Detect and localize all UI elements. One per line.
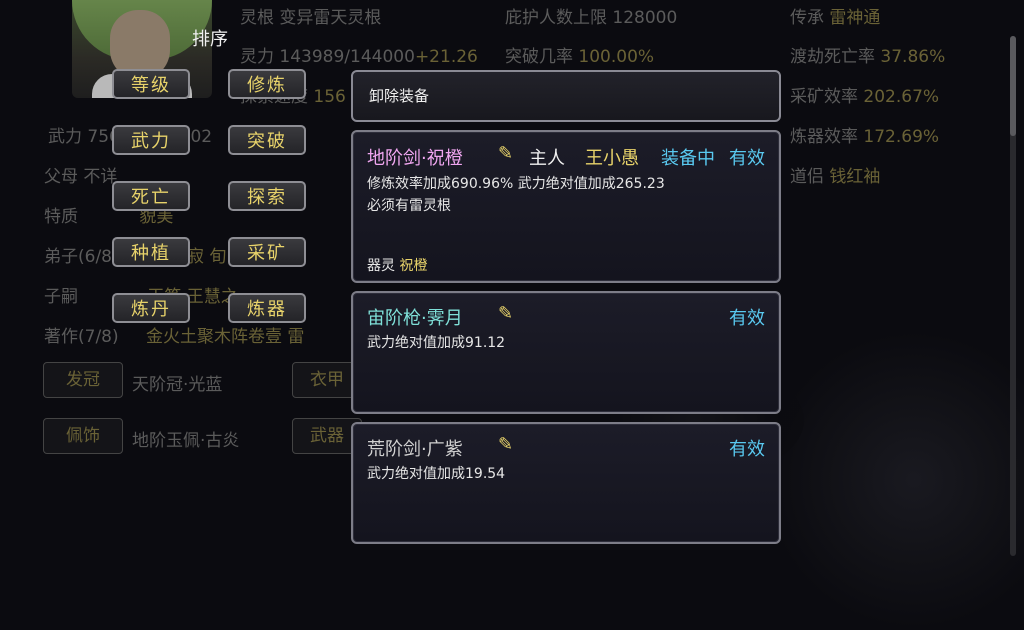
accessory-tag: 佩饰 bbox=[43, 418, 123, 454]
sort-planting-button[interactable]: 种植 bbox=[112, 237, 190, 267]
headwear-value: 天阶冠·光蓝 bbox=[132, 375, 223, 395]
scrollbar[interactable] bbox=[1010, 36, 1016, 556]
valid-status: 有效 bbox=[729, 148, 765, 169]
accessory-value: 地阶玉佩·古炎 bbox=[132, 431, 240, 451]
item-name: 宙阶枪·霁月 bbox=[367, 308, 463, 329]
item-name: 地阶剑·祝橙 bbox=[367, 148, 463, 169]
shelter-row: 庇护人数上限 128000 bbox=[505, 8, 678, 28]
sort-level-button[interactable]: 等级 bbox=[112, 69, 190, 99]
root-row: 灵根 变异雷天灵根 bbox=[240, 8, 382, 28]
pencil-icon[interactable]: ✎ bbox=[498, 303, 513, 324]
owner-label: 主人 bbox=[529, 148, 565, 169]
scrollbar-thumb[interactable] bbox=[1010, 36, 1016, 136]
mana-row: 灵力 143989/144000+21.26 bbox=[240, 47, 478, 67]
breakthrough-row: 突破几率 100.00% bbox=[505, 47, 655, 67]
valid-status: 有效 bbox=[729, 308, 765, 329]
equipment-card-2[interactable]: 宙阶枪·霁月 ✎ 有效 武力绝对值加成91.12 bbox=[351, 291, 781, 414]
inheritance-row: 传承 雷神通 bbox=[790, 8, 881, 28]
works-row: 著作(7/8) 金火土聚木阵卷壹 雷 bbox=[44, 327, 305, 347]
sort-breakthrough-button[interactable]: 突破 bbox=[228, 125, 306, 155]
sort-alchemy-button[interactable]: 炼丹 bbox=[112, 293, 190, 323]
mining-row: 采矿效率 202.67% bbox=[790, 87, 940, 107]
tribulation-row: 渡劫死亡率 37.86% bbox=[790, 47, 946, 67]
pencil-icon[interactable]: ✎ bbox=[498, 434, 513, 455]
pencil-icon[interactable]: ✎ bbox=[498, 143, 513, 164]
sort-explore-button[interactable]: 探索 bbox=[228, 181, 306, 211]
parents-row: 父母 不详 bbox=[44, 167, 118, 187]
sort-force-button[interactable]: 武力 bbox=[112, 125, 190, 155]
spouse-row: 道侣 钱红袖 bbox=[790, 167, 881, 187]
owner-name: 王小愚 bbox=[585, 148, 639, 169]
equipment-card-1[interactable]: 地阶剑·祝橙 ✎ 主人 王小愚 装备中 有效 修炼效率加成690.96% 武力绝… bbox=[351, 130, 781, 283]
item-effect: 武力绝对值加成19.54 bbox=[367, 466, 506, 482]
equipped-status: 装备中 bbox=[661, 148, 715, 169]
unequip-button[interactable]: 卸除装备 bbox=[351, 70, 781, 122]
item-effect: 武力绝对值加成91.12 bbox=[367, 335, 506, 351]
item-name: 荒阶剑·广紫 bbox=[367, 439, 463, 460]
sort-mining-button[interactable]: 采矿 bbox=[228, 237, 306, 267]
item-requirement: 必须有雷灵根 bbox=[367, 198, 451, 214]
item-spirit: 器灵 祝橙 bbox=[367, 258, 428, 274]
valid-status: 有效 bbox=[729, 439, 765, 460]
item-effect: 修炼效率加成690.96% 武力绝对值加成265.23 bbox=[367, 176, 665, 192]
forging-row: 炼器效率 172.69% bbox=[790, 127, 940, 147]
sort-cultivation-button[interactable]: 修炼 bbox=[228, 69, 306, 99]
background-ornament bbox=[764, 330, 1024, 630]
sort-death-button[interactable]: 死亡 bbox=[112, 181, 190, 211]
equipment-card-3[interactable]: 荒阶剑·广紫 ✎ 有效 武力绝对值加成19.54 bbox=[351, 422, 781, 544]
headwear-tag: 发冠 bbox=[43, 362, 123, 398]
sort-forging-button[interactable]: 炼器 bbox=[228, 293, 306, 323]
sort-label: 排序 bbox=[192, 29, 228, 50]
